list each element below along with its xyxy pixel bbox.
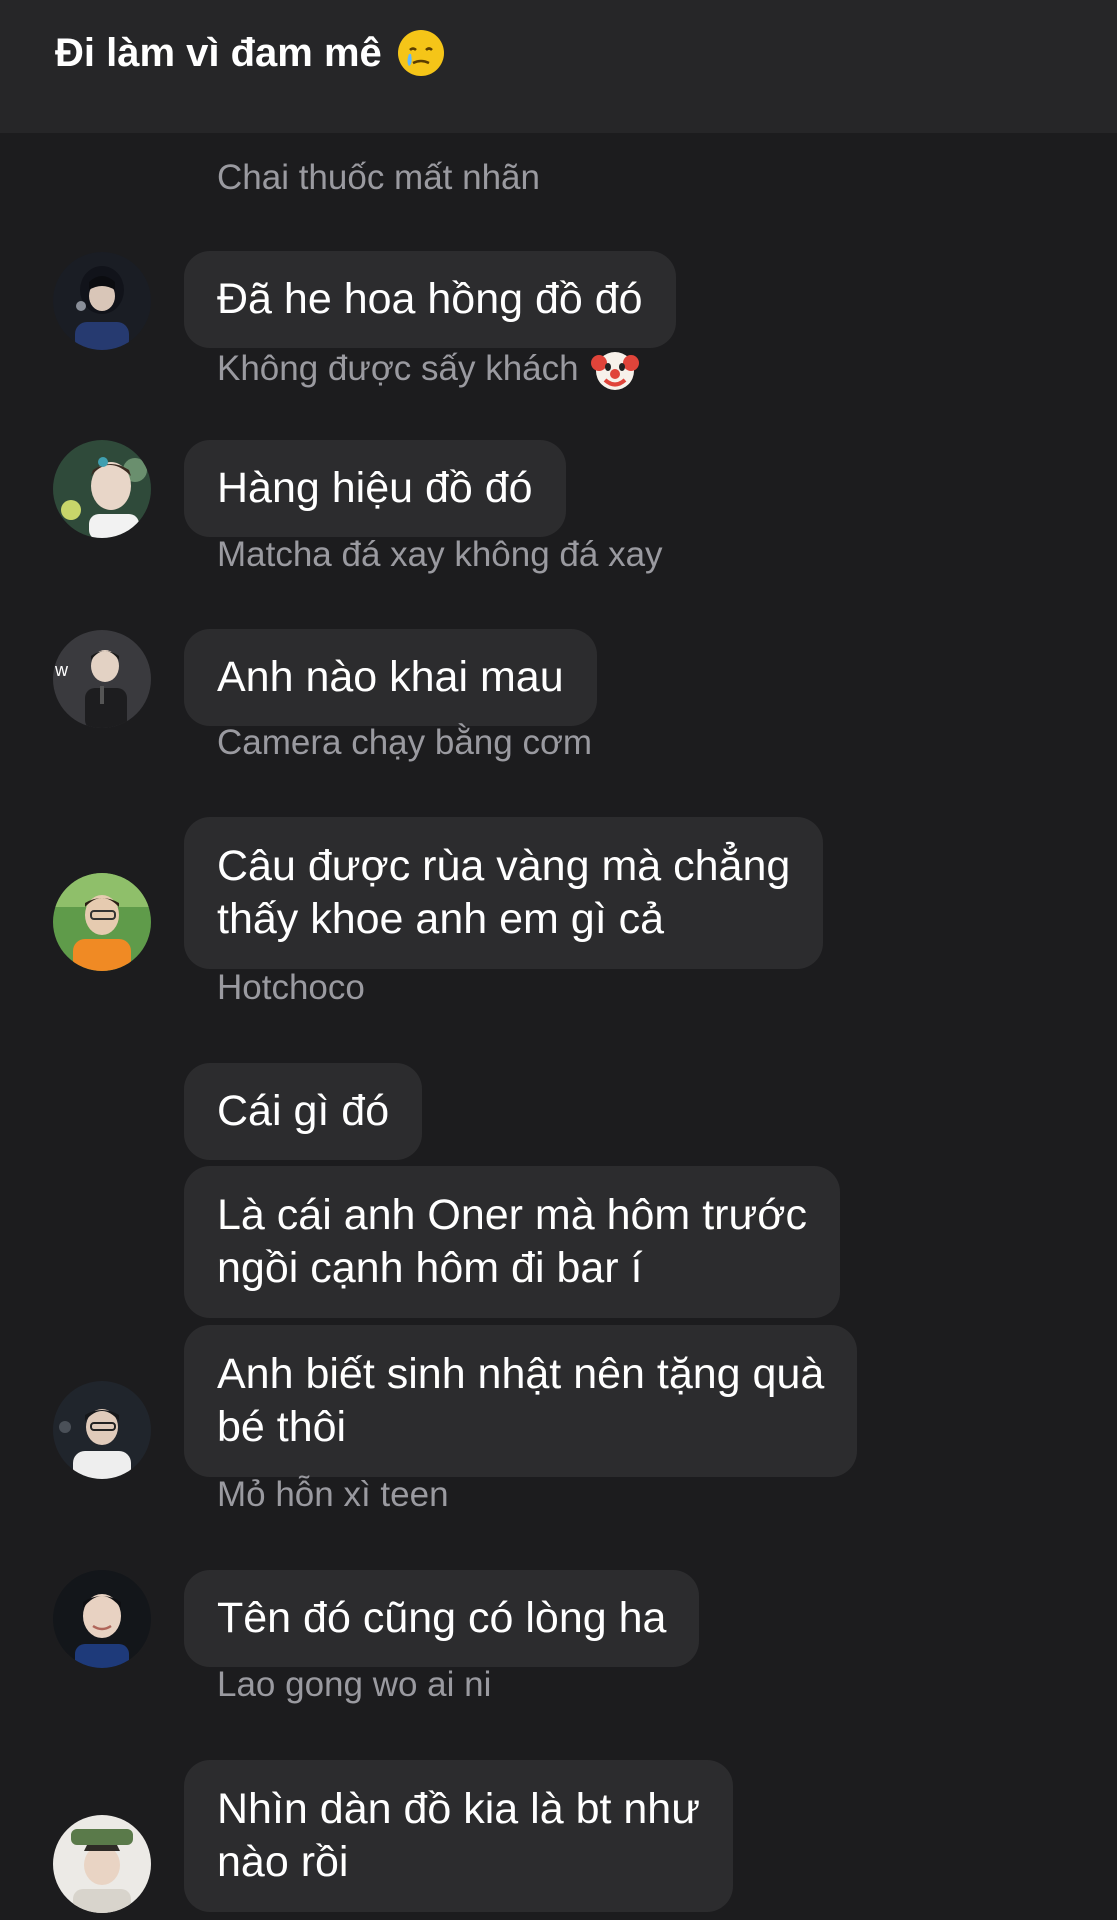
sender-name: Matcha đá xay không đá xay: [217, 535, 663, 574]
message-text: Tên đó cũng có lòng ha: [217, 1594, 667, 1642]
avatar[interactable]: [53, 1381, 151, 1479]
avatar[interactable]: [53, 1815, 151, 1913]
message-text: Cái gì đó: [217, 1087, 390, 1135]
message-bubble[interactable]: Nhìn dàn đồ kia là bt như nào rồi: [184, 1760, 733, 1912]
sad-tear-face-icon: [396, 28, 446, 78]
message-text: Đã he hoa hồng đồ đó: [217, 275, 643, 323]
message-bubble[interactable]: Anh biết sinh nhật nên tặng quà bé thôi: [184, 1325, 858, 1477]
message-bubble[interactable]: Là cái anh Oner mà hôm trước ngồi cạnh h…: [184, 1166, 840, 1318]
svg-text:w: w: [54, 660, 69, 680]
sender-name: Mỏ hỗn xì teen: [217, 1475, 449, 1514]
message-list[interactable]: Chai thuốc mất nhãn Đã he hoa hồng đồ đó…: [0, 133, 1117, 1920]
message-bubble[interactable]: Đã he hoa hồng đồ đó: [184, 251, 676, 348]
message-bubble[interactable]: Tên đó cũng có lòng ha: [184, 1570, 700, 1667]
sender-name: Không được sấy khách: [217, 345, 639, 393]
avatar[interactable]: [53, 873, 151, 971]
avatar[interactable]: w: [53, 630, 151, 728]
message-text: Câu được rùa vàng mà chẳng thấy khoe anh…: [217, 842, 791, 943]
chat-title[interactable]: Đi làm vì đam mê: [55, 28, 446, 78]
message-bubble[interactable]: Câu được rùa vàng mà chẳng thấy khoe anh…: [184, 817, 824, 969]
message-bubble[interactable]: Hàng hiệu đồ đó: [184, 440, 566, 537]
clown-face-icon: [590, 345, 639, 393]
message-bubble[interactable]: Cái gì đó: [184, 1063, 423, 1160]
message-bubble[interactable]: Anh nào khai mau: [184, 629, 597, 726]
message-text: Nhìn dàn đồ kia là bt như nào rồi: [217, 1785, 700, 1886]
message-text: Anh biết sinh nhật nên tặng quà bé thôi: [217, 1350, 825, 1451]
chat-header: Đi làm vì đam mê: [0, 0, 1117, 133]
avatar[interactable]: [53, 252, 151, 350]
message-text: Anh nào khai mau: [217, 653, 564, 701]
sender-name: Lao gong wo ai ni: [217, 1665, 492, 1704]
message-text: Hàng hiệu đồ đó: [217, 464, 533, 512]
sender-name: Hotchoco: [217, 968, 365, 1007]
sender-name: Camera chạy bằng cơm: [217, 723, 593, 762]
avatar[interactable]: [53, 1570, 151, 1668]
sender-name: Chai thuốc mất nhãn: [217, 158, 540, 197]
avatar[interactable]: [53, 440, 151, 538]
chat-title-text: Đi làm vì đam mê: [55, 30, 382, 75]
message-text: Là cái anh Oner mà hôm trước ngồi cạnh h…: [217, 1191, 807, 1292]
